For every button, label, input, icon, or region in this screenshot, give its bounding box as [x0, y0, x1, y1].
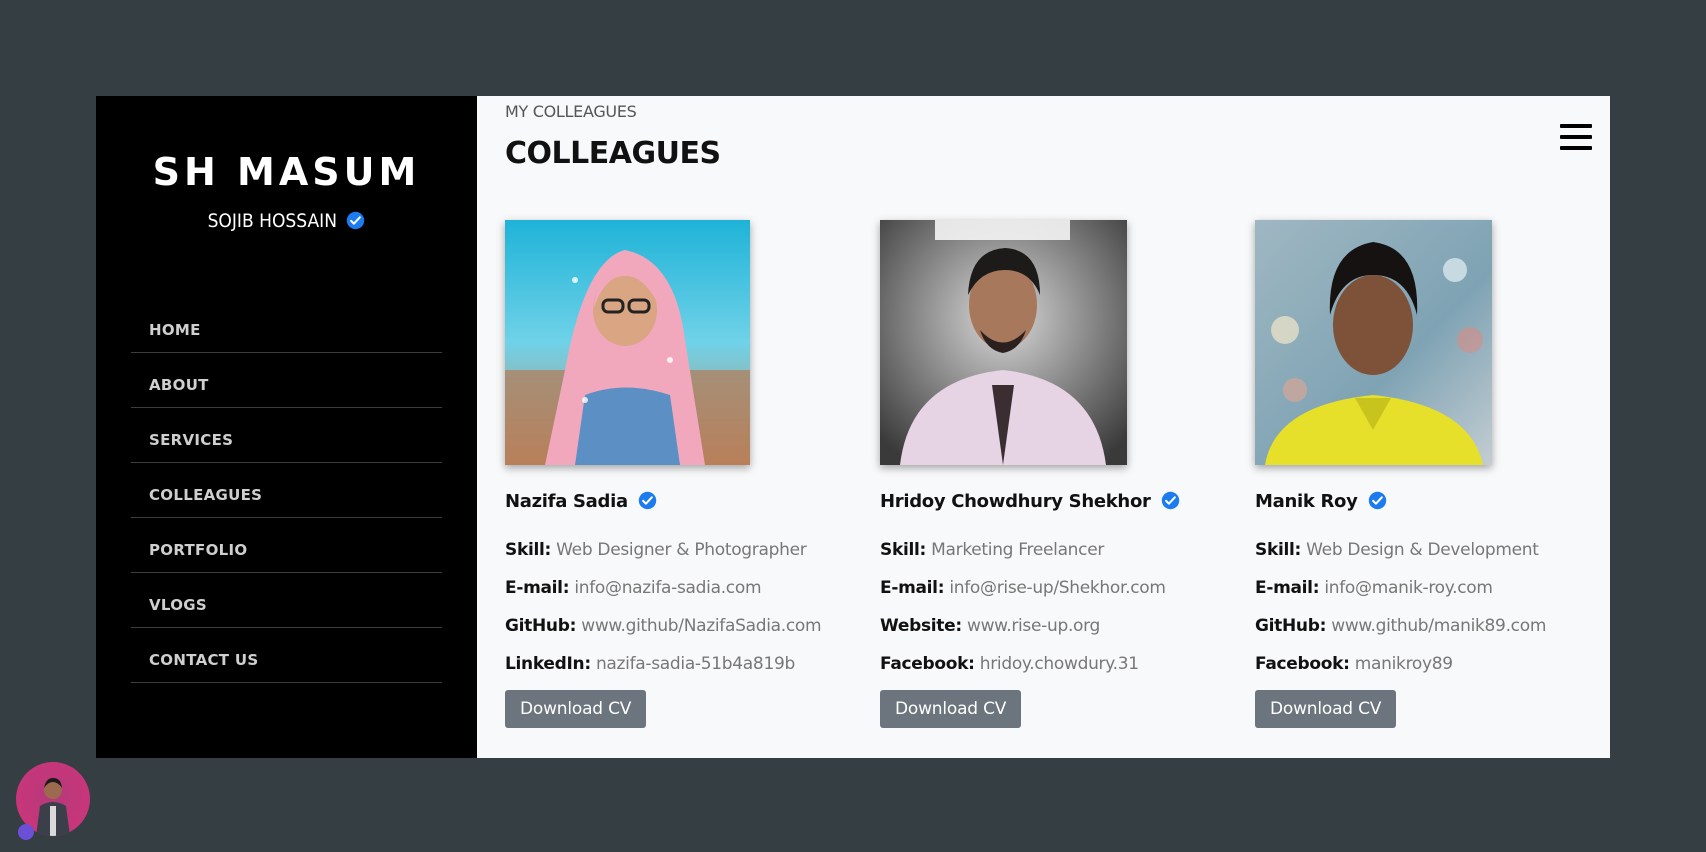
online-status-dot [18, 824, 34, 840]
detail-facebook: Facebook: hridoy.chowdury.31 [880, 654, 1220, 674]
detail-value: Web Design & Development [1306, 540, 1539, 560]
detail-email: E-mail: info@nazifa-sadia.com [505, 578, 845, 598]
detail-label: E-mail: [1255, 578, 1320, 598]
detail-value[interactable]: www.github/NazifaSadia.com [581, 616, 821, 636]
detail-label: E-mail: [505, 578, 570, 598]
colleague-photo [1255, 220, 1492, 465]
detail-label: Facebook: [1255, 654, 1350, 674]
nav-item-portfolio[interactable]: PORTFOLIO [131, 518, 442, 573]
owner-name: SOJIB HOSSAIN [207, 210, 337, 232]
main-content: MY COLLEAGUES COLLEAGUES Nazifa Sadia Sk… [477, 96, 1610, 758]
detail-value[interactable]: info@nazifa-sadia.com [574, 578, 761, 598]
sidebar-nav: HOME ABOUT SERVICES COLLEAGUES PORTFOLIO… [131, 298, 442, 683]
colleague-name-text: Nazifa Sadia [505, 491, 628, 512]
hamburger-menu-icon[interactable] [1560, 124, 1592, 150]
page-title: COLLEAGUES [505, 136, 721, 171]
detail-label: Facebook: [880, 654, 975, 674]
detail-linkedin: LinkedIn: nazifa-sadia-51b4a819b [505, 654, 845, 674]
detail-label: Website: [880, 616, 962, 636]
colleague-card: Nazifa Sadia Skill: Web Designer & Photo… [505, 220, 845, 728]
breadcrumb: MY COLLEAGUES [505, 102, 637, 121]
detail-skill: Skill: Web Designer & Photographer [505, 540, 845, 560]
detail-value[interactable]: manikroy89 [1355, 654, 1453, 674]
colleague-card: Hridoy Chowdhury Shekhor Skill: Marketin… [880, 220, 1220, 728]
detail-label: LinkedIn: [505, 654, 591, 674]
detail-label: GitHub: [1255, 616, 1327, 636]
detail-value[interactable]: hridoy.chowdury.31 [980, 654, 1139, 674]
colleague-name-text: Manik Roy [1255, 491, 1358, 512]
detail-value[interactable]: nazifa-sadia-51b4a819b [596, 654, 795, 674]
colleague-photo [505, 220, 750, 465]
verified-badge-icon [1368, 491, 1386, 510]
sidebar: SH MASUM SOJIB HOSSAIN HOME ABOUT SERVIC… [96, 96, 477, 758]
detail-value[interactable]: www.rise-up.org [967, 616, 1100, 636]
nav-item-colleagues[interactable]: COLLEAGUES [131, 463, 442, 518]
verified-badge-icon [347, 211, 365, 230]
download-cv-button[interactable]: Download CV [1255, 690, 1397, 728]
colleague-photo [880, 220, 1127, 465]
detail-github: GitHub: www.github/NazifaSadia.com [505, 616, 845, 636]
colleague-name: Manik Roy [1255, 491, 1595, 512]
detail-website: Website: www.rise-up.org [880, 616, 1220, 636]
verified-badge-icon [638, 491, 657, 510]
colleague-name-text: Hridoy Chowdhury Shekhor [880, 491, 1151, 512]
colleague-card: Manik Roy Skill: Web Design & Developmen… [1255, 220, 1595, 728]
brand-title: SH MASUM [152, 150, 421, 194]
colleague-name: Hridoy Chowdhury Shekhor [880, 491, 1220, 512]
colleague-details: Skill: Web Designer & Photographer E-mai… [505, 540, 845, 674]
colleague-details: Skill: Marketing Freelancer E-mail: info… [880, 540, 1220, 674]
detail-label: Skill: [880, 540, 927, 560]
detail-email: E-mail: info@manik-roy.com [1255, 578, 1595, 598]
download-cv-button[interactable]: Download CV [505, 690, 647, 728]
download-cv-button[interactable]: Download CV [880, 690, 1022, 728]
nav-item-about[interactable]: ABOUT [131, 353, 442, 408]
detail-label: E-mail: [880, 578, 945, 598]
nav-item-services[interactable]: SERVICES [131, 408, 442, 463]
detail-label: Skill: [1255, 540, 1302, 560]
detail-github: GitHub: www.github/manik89.com [1255, 616, 1595, 636]
verified-badge-icon [1161, 491, 1179, 510]
detail-skill: Skill: Web Design & Development [1255, 540, 1595, 560]
nav-item-home[interactable]: HOME [131, 298, 442, 353]
nav-item-contact-us[interactable]: CONTACT US [131, 628, 442, 683]
page-frame: SH MASUM SOJIB HOSSAIN HOME ABOUT SERVIC… [96, 96, 1610, 758]
colleague-name: Nazifa Sadia [505, 491, 845, 512]
detail-value[interactable]: www.github/manik89.com [1331, 616, 1546, 636]
detail-label: GitHub: [505, 616, 577, 636]
detail-value: Web Designer & Photographer [556, 540, 807, 560]
detail-value[interactable]: info@rise-up/Shekhor.com [949, 578, 1166, 598]
colleague-details: Skill: Web Design & Development E-mail: … [1255, 540, 1595, 674]
brand-subtitle: SOJIB HOSSAIN [96, 210, 477, 232]
detail-skill: Skill: Marketing Freelancer [880, 540, 1220, 560]
detail-value: Marketing Freelancer [931, 540, 1105, 560]
detail-email: E-mail: info@rise-up/Shekhor.com [880, 578, 1220, 598]
detail-value[interactable]: info@manik-roy.com [1324, 578, 1493, 598]
detail-label: Skill: [505, 540, 552, 560]
detail-facebook: Facebook: manikroy89 [1255, 654, 1595, 674]
nav-item-vlogs[interactable]: VLOGS [131, 573, 442, 628]
